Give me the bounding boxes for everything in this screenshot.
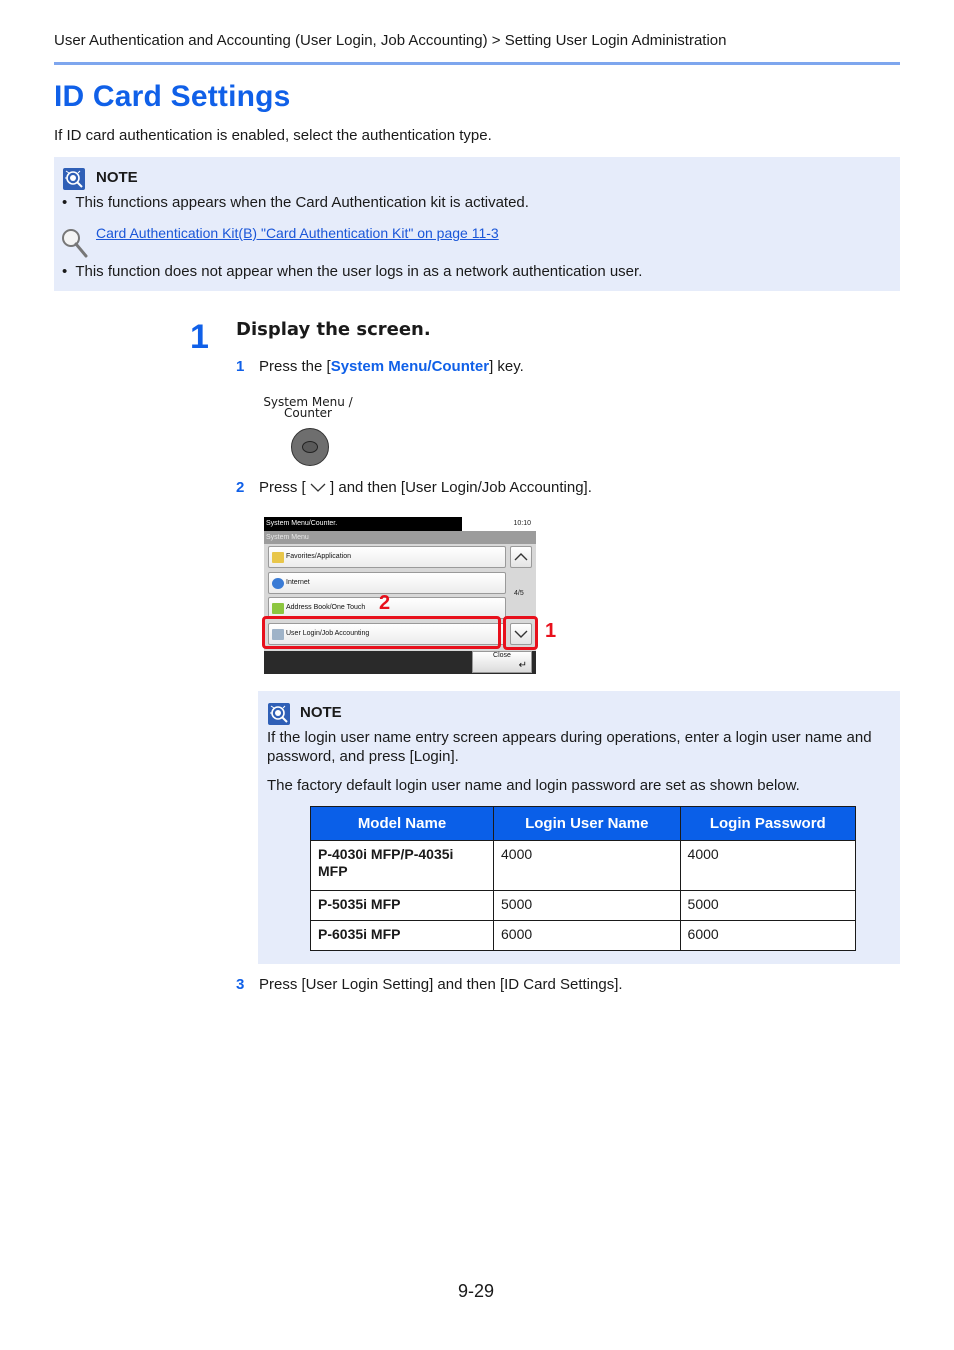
header-rule xyxy=(54,62,900,65)
intro-text: If ID card authentication is enabled, se… xyxy=(54,127,492,144)
callout-highlight-1 xyxy=(503,616,538,650)
menu-item-label: Internet xyxy=(286,579,310,586)
column-header: Login Password xyxy=(679,806,857,841)
substep-number: 1 xyxy=(236,358,245,375)
column-header: Model Name xyxy=(310,806,494,841)
note-paragraph: If the login user name entry screen appe… xyxy=(267,729,872,765)
note-icon xyxy=(268,703,290,725)
default-login-table: Model Name Login User Name Login Passwor… xyxy=(310,806,857,951)
breadcrumb: User Authentication and Accounting (User… xyxy=(54,32,727,49)
panel-title: System Menu/Counter. xyxy=(264,517,462,531)
system-menu-keyword: System Menu/Counter xyxy=(330,358,490,375)
callout-highlight-2 xyxy=(262,616,501,649)
user-name-cell: 6000 xyxy=(493,920,681,951)
key-label: System Menu / Counter xyxy=(262,396,354,420)
password-cell: 4000 xyxy=(679,840,857,891)
user-name-cell: 4000 xyxy=(493,840,681,891)
page-title: ID Card Settings xyxy=(54,80,291,113)
card-auth-kit-link[interactable]: Card Authentication Kit(B) "Card Authent… xyxy=(96,225,499,241)
internet-icon xyxy=(272,578,284,589)
table-row: P-5035i MFP 5000 5000 xyxy=(310,890,857,921)
menu-item-label: Address Book/One Touch xyxy=(286,604,366,611)
substep-suffix: ] key. xyxy=(489,358,524,375)
note-label: NOTE xyxy=(96,169,138,186)
substep-prefix: Press the [ xyxy=(259,358,331,375)
menu-item-favorites[interactable]: Favorites/Application xyxy=(268,546,506,568)
substep-text: Press [ ] and then [User Login/Job Accou… xyxy=(259,479,592,497)
close-label: Close xyxy=(493,652,511,659)
panel-subtitle: System Menu xyxy=(264,531,536,544)
key-center xyxy=(302,441,318,453)
chevron-up-icon xyxy=(514,553,528,561)
page-number: 9-29 xyxy=(458,1281,495,1301)
substep-number: 3 xyxy=(236,976,245,993)
model-cell: P-6035i MFP xyxy=(310,920,494,951)
magnifier-icon xyxy=(60,227,90,264)
favorites-icon xyxy=(272,552,284,563)
enter-icon: ↵ xyxy=(518,660,527,671)
note-bullet: • This function does not appear when the… xyxy=(62,263,642,280)
substep-suffix: ] and then [User Login/Job Accounting]. xyxy=(330,479,592,496)
operation-panel-screenshot: System Menu/Counter. 10:10 System Menu F… xyxy=(264,517,536,674)
callout-number: 1 xyxy=(545,620,557,642)
user-name-cell: 5000 xyxy=(493,890,681,921)
bullet-dot: • xyxy=(62,263,68,280)
note-bullet-text: This functions appears when the Card Aut… xyxy=(75,194,529,211)
note-paragraph: The factory default login user name and … xyxy=(267,777,800,794)
menu-item-label: Favorites/Application xyxy=(286,553,351,560)
close-button[interactable]: Close ↵ xyxy=(472,651,532,673)
key-label-line: Counter xyxy=(284,406,332,420)
menu-item-internet[interactable]: Internet xyxy=(268,572,506,594)
address-book-icon xyxy=(272,603,284,614)
substep-number: 2 xyxy=(236,479,245,496)
chevron-down-icon xyxy=(310,480,326,497)
panel-topbar: System Menu/Counter. 10:10 xyxy=(264,517,536,531)
scroll-up-button[interactable] xyxy=(510,546,532,568)
password-cell: 6000 xyxy=(679,920,857,951)
note-bullet: • This functions appears when the Card A… xyxy=(62,194,529,211)
system-menu-counter-key[interactable] xyxy=(291,428,329,466)
note-box: NOTE • This functions appears when the C… xyxy=(54,157,900,291)
substep-text: Press the [System Menu/Counter] key. xyxy=(259,358,524,375)
column-header: Login User Name xyxy=(493,806,681,841)
note-icon xyxy=(63,168,85,190)
callout-number: 2 xyxy=(379,592,391,614)
panel-time: 10:10 xyxy=(513,520,531,527)
substep-prefix: Press [ xyxy=(259,479,306,496)
table-row: P-6035i MFP 6000 6000 xyxy=(310,920,857,951)
step-heading: Display the screen. xyxy=(236,319,431,340)
note-bullet-text: This function does not appear when the u… xyxy=(75,263,643,280)
model-cell: P-4030i MFP/P-4035i MFP xyxy=(310,840,494,891)
table-header-row: Model Name Login User Name Login Passwor… xyxy=(310,806,857,841)
model-cell: P-5035i MFP xyxy=(310,890,494,921)
note-label: NOTE xyxy=(300,704,342,721)
password-cell: 5000 xyxy=(679,890,857,921)
step-number: 1 xyxy=(190,318,209,356)
page-indicator: 4/5 xyxy=(514,590,524,597)
substep-text: Press [User Login Setting] and then [ID … xyxy=(259,976,623,993)
table-row: P-4030i MFP/P-4035i MFP 4000 4000 xyxy=(310,840,857,891)
bullet-dot: • xyxy=(62,194,68,211)
